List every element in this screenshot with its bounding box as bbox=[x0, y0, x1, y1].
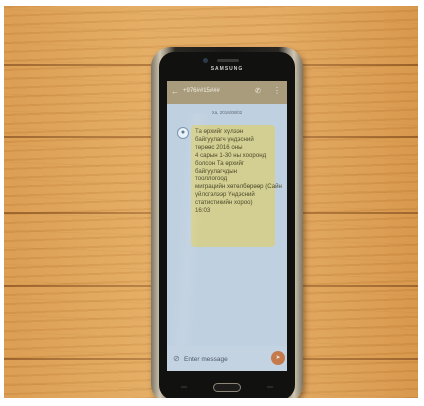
send-icon: ➤ bbox=[275, 355, 281, 361]
message-input[interactable]: Enter message bbox=[184, 356, 228, 363]
phone-front: SAMSUNG ← +976##15### ✆ ⋮ Ха, 2016/08/02… bbox=[159, 52, 295, 398]
recent-apps-key[interactable] bbox=[181, 386, 187, 388]
home-button[interactable] bbox=[213, 383, 241, 392]
phone-icon[interactable]: ✆ bbox=[255, 87, 261, 95]
sender-number: +976##15### bbox=[183, 88, 220, 94]
arrow-back-icon[interactable]: ← bbox=[171, 87, 179, 96]
send-button[interactable]: ➤ bbox=[271, 351, 285, 365]
compose-bar: ⊘ Enter message ➤ bbox=[167, 346, 287, 371]
more-vert-icon[interactable]: ⋮ bbox=[273, 86, 281, 95]
back-key[interactable] bbox=[267, 386, 273, 388]
photo: SAMSUNG ← +976##15### ✆ ⋮ Ха, 2016/08/02… bbox=[4, 6, 418, 398]
message-line: миграцийн хөтөлбөрөөр (Сайн bbox=[195, 183, 282, 191]
message-line: тооллогоод bbox=[195, 175, 228, 183]
paperclip-icon[interactable]: ⊘ bbox=[173, 354, 180, 363]
message-line: байгуулагчдын bbox=[195, 167, 237, 175]
message-line: үйлсгэлээр Үндэсний bbox=[195, 191, 255, 199]
message-date: Ха, 2016/08/02 bbox=[211, 110, 243, 115]
brand-logo: SAMSUNG bbox=[210, 66, 244, 72]
earpiece-speaker bbox=[217, 59, 239, 62]
phone-screen: ← +976##15### ✆ ⋮ Ха, 2016/08/02 ● Та өр… bbox=[167, 81, 287, 371]
message-time: 16:03 bbox=[195, 207, 271, 215]
message-line: статистикийн хороо) bbox=[195, 199, 253, 207]
smartphone: SAMSUNG ← +976##15### ✆ ⋮ Ха, 2016/08/02… bbox=[151, 47, 303, 398]
messages-app-bar: ← +976##15### ✆ ⋮ bbox=[167, 81, 287, 104]
front-camera bbox=[203, 58, 208, 63]
